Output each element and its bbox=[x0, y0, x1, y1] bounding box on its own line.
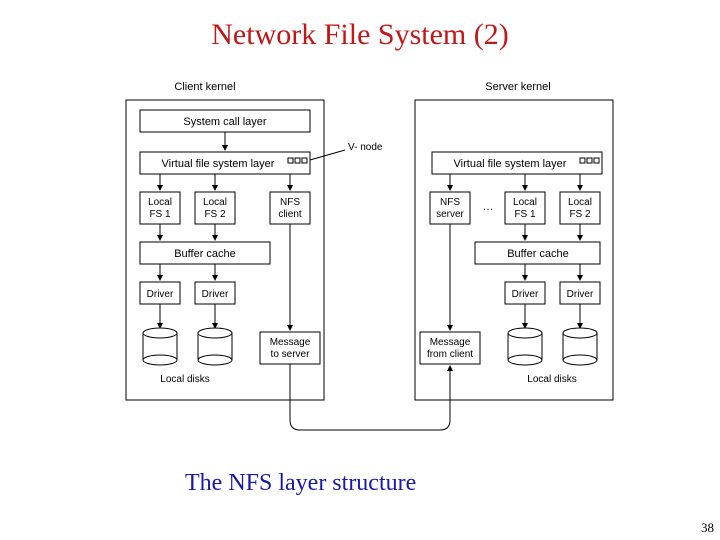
client-driver2-label: Driver bbox=[202, 289, 229, 300]
server-fs1-l2: FS 1 bbox=[514, 209, 536, 220]
vnode-pointer bbox=[310, 150, 345, 160]
vnode-dot bbox=[302, 158, 307, 163]
server-fs1-l1: Local bbox=[513, 197, 537, 208]
server-vnode-dot bbox=[587, 158, 592, 163]
vnode-label: V- node bbox=[348, 142, 383, 153]
server-nfs-l1: NFS bbox=[440, 197, 460, 208]
client-nfs-l1: NFS bbox=[280, 197, 300, 208]
client-fs1-l2: FS 1 bbox=[149, 209, 171, 220]
server-vnode-dot bbox=[594, 158, 599, 163]
server-driver1-label: Driver bbox=[512, 289, 539, 300]
client-fs2-l2: FS 2 bbox=[204, 209, 226, 220]
client-disk1 bbox=[143, 328, 177, 365]
client-disks-label: Local disks bbox=[160, 374, 209, 385]
server-vfs-label: Virtual file system layer bbox=[454, 158, 567, 170]
server-vnode-dot bbox=[580, 158, 585, 163]
server-disk2 bbox=[563, 328, 597, 365]
server-buffer-label: Buffer cache bbox=[507, 248, 569, 260]
vnode-dot bbox=[288, 158, 293, 163]
vnode-dot bbox=[295, 158, 300, 163]
client-disk2 bbox=[198, 328, 232, 365]
server-disk1 bbox=[508, 328, 542, 365]
server-msg-l1: Message bbox=[430, 337, 471, 348]
network-link bbox=[290, 364, 450, 430]
client-fs1-l1: Local bbox=[148, 197, 172, 208]
client-heading: Client kernel bbox=[174, 81, 235, 93]
diagram-canvas: Client kernel System call layer Virtual … bbox=[0, 0, 720, 540]
client-driver1-label: Driver bbox=[147, 289, 174, 300]
client-fs2-l1: Local bbox=[203, 197, 227, 208]
server-heading: Server kernel bbox=[485, 81, 550, 93]
client-buffer-label: Buffer cache bbox=[174, 248, 236, 260]
client-msg-l2: to server bbox=[271, 349, 311, 360]
server-msg-l2: from client bbox=[427, 349, 473, 360]
client-nfs-l2: client bbox=[278, 209, 302, 220]
server-fs2-l1: Local bbox=[568, 197, 592, 208]
client-syscall-label: System call layer bbox=[183, 116, 266, 128]
server-disks-label: Local disks bbox=[527, 374, 576, 385]
server-driver2-label: Driver bbox=[567, 289, 594, 300]
server-fs2-l2: FS 2 bbox=[569, 209, 591, 220]
server-ellipsis: … bbox=[483, 201, 494, 213]
client-vfs-label: Virtual file system layer bbox=[162, 158, 275, 170]
client-msg-l1: Message bbox=[270, 337, 311, 348]
server-nfs-l2: server bbox=[436, 209, 464, 220]
